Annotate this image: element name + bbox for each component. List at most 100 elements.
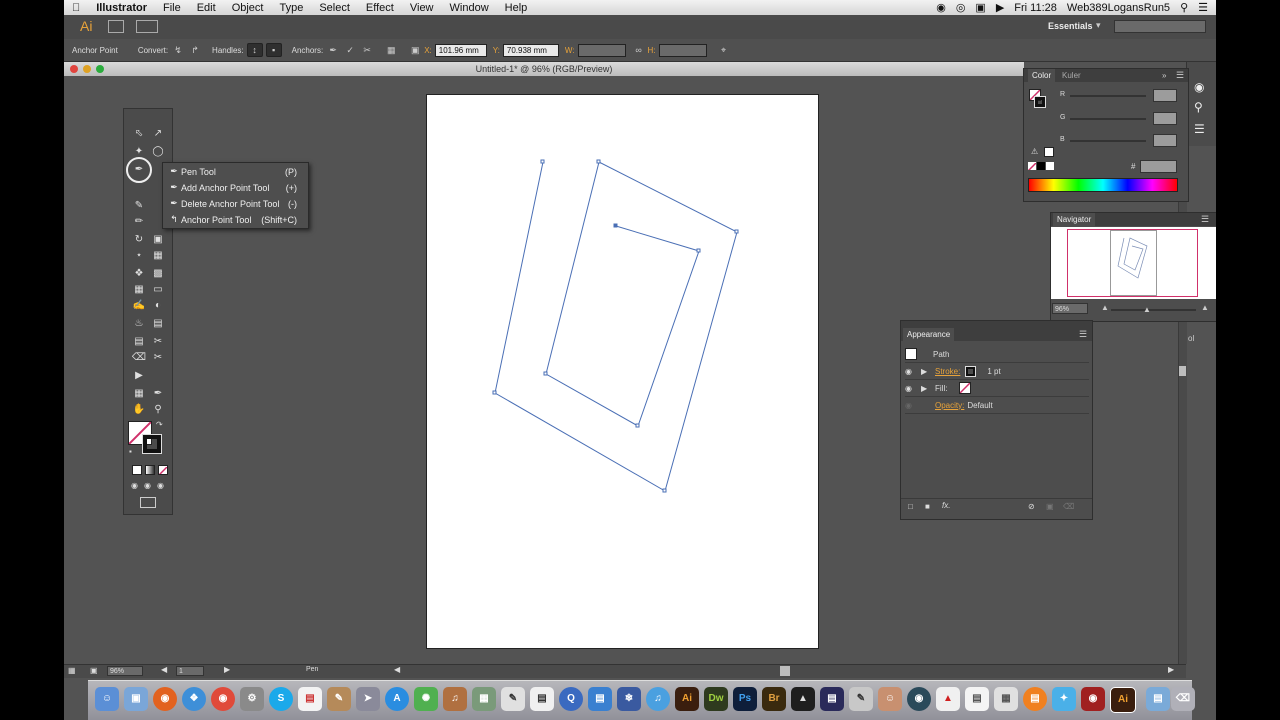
cut-path-icon[interactable]: ✂ [360,44,374,56]
artboard-crop-tool-icon[interactable]: ▦ [131,387,147,401]
layers-panel-icon[interactable]: ☰ [1194,122,1205,136]
tab-navigator[interactable]: Navigator [1053,213,1096,226]
transform-icon[interactable]: ⌖ [717,44,731,56]
zoom-out-icon[interactable]: ▲ [1101,303,1109,312]
artboard-number-field[interactable]: 1 [176,666,204,676]
screen-mode-icon[interactable] [140,497,156,508]
photoshop-icon[interactable]: Ps [733,687,757,711]
color-spectrum-bar[interactable] [1028,178,1178,192]
triangle-right-icon[interactable]: ▶ [921,367,931,376]
adobe-reader-icon[interactable]: ▲ [936,687,960,711]
y-field[interactable]: 70.938 mm [502,43,559,57]
document-info-icon[interactable]: ▣ [90,666,98,675]
connect-anchor-icon[interactable]: ✓ [343,44,357,56]
none-mode-icon[interactable] [158,465,168,475]
direct-selection-tool-icon[interactable]: ↗ [150,127,166,141]
apple-icon[interactable]:  [64,2,88,14]
trash-icon[interactable]: ⌫ [1171,687,1195,711]
tab-color[interactable]: Color [1028,69,1056,82]
illustrator-icon[interactable]: Ai [675,687,699,711]
pen-tool-icon[interactable]: ✒ [131,163,147,177]
delete-item-icon[interactable]: ⌫ [1063,502,1074,511]
utility-icon[interactable]: ⚙ [240,687,264,711]
duplicate-item-icon[interactable]: ▣ [1046,502,1054,511]
downloads-folder-icon[interactable]: ▤ [1146,687,1170,711]
workspace-switcher[interactable]: Essentials [1048,21,1093,31]
show-handles-icon[interactable]: ↕ [246,43,263,57]
swap-fill-stroke-icon[interactable]: ↷ [156,420,163,429]
scroll-left-icon[interactable]: ◀ [394,665,400,674]
appearance-stroke-row[interactable]: ◉ ▶ Stroke: 1 pt [905,363,1089,380]
drive-icon[interactable]: ◉ [907,687,931,711]
graphic-styles-icon[interactable]: ⚲ [1194,100,1203,114]
paintbrush-tool-icon[interactable]: ✎ [131,199,147,213]
flyout-anchor-point-tool[interactable]: ↰ Anchor Point Tool (Shift+C) [167,212,305,227]
photos-icon[interactable]: ▦ [994,687,1018,711]
first-artboard-icon[interactable]: ◀ [161,665,167,674]
firefox-icon[interactable]: ◉ [153,687,177,711]
wifi-icon[interactable]: ◎ [956,1,966,14]
ibooks-icon[interactable]: ▤ [1023,687,1047,711]
zoom-window-icon[interactable] [96,65,104,73]
navigator-zoom-slider[interactable] [1111,309,1196,311]
flyout-delete-anchor-point-tool[interactable]: ✒ Delete Anchor Point Tool (-) [167,196,305,211]
scissors-tool-icon[interactable]: ✂ [150,351,166,365]
panel-menu-icon[interactable]: ☰ [1176,70,1184,81]
eye-icon[interactable]: ◉ [905,384,917,393]
tab-appearance[interactable]: Appearance [903,328,955,341]
illustrator-active-icon[interactable]: Ai [1110,687,1136,713]
dreamweaver-icon[interactable]: Dw [704,687,728,711]
gradient-mode-icon[interactable] [145,465,155,475]
stroke-color-swatch[interactable] [965,365,977,377]
quicktime-icon[interactable]: Q [559,687,583,711]
itunes-icon[interactable]: ♫ [646,687,670,711]
calendar-icon[interactable]: ▤ [298,687,322,711]
photo-icon[interactable]: ▦ [472,687,496,711]
graph-tool-icon[interactable]: ▶ [131,369,147,383]
appearance-opacity-row[interactable]: ◉ Opacity: Default [905,397,1089,414]
zoom-level-field[interactable]: 96% [107,666,143,676]
stroke-swatch[interactable] [142,434,162,454]
w-field[interactable] [577,43,626,57]
draw-normal-icon[interactable]: ◉ [131,481,138,490]
record-icon[interactable]: ◉ [936,1,946,14]
menu-type[interactable]: Type [271,2,311,14]
r-slider[interactable] [1070,95,1146,97]
panel-menu-icon[interactable]: ☰ [1079,329,1087,340]
symbol-sprayer-tool-icon[interactable]: ♨ [131,317,147,331]
eye-icon[interactable]: ◉ [905,401,917,410]
twitter-icon[interactable]: ✦ [1052,687,1076,711]
chevron-down-icon[interactable]: ▾ [1096,20,1101,31]
scale-tool-icon[interactable]: ▣ [150,233,166,247]
opacity-link[interactable]: Opacity: [935,401,964,410]
color-stroke-swatch[interactable] [1034,96,1046,108]
selection-tool-icon[interactable]: ⬁ [131,127,147,141]
mesh-tool-icon[interactable]: ▦ [131,283,147,297]
fill-color-swatch[interactable] [959,382,972,394]
script-icon[interactable]: ✎ [501,687,525,711]
gradient-tool-icon[interactable]: ▭ [150,283,166,297]
brush-app-icon[interactable]: ✎ [849,687,873,711]
appearance-panel-icon[interactable]: ◉ [1194,80,1204,94]
menu-object[interactable]: Object [224,2,272,14]
notification-icon[interactable]: ☰ [1198,1,1208,14]
flyout-pen-tool[interactable]: ✒ Pen Tool (P) [167,164,305,179]
zoom-in-icon[interactable]: ▲ [1201,303,1209,312]
g-slider[interactable] [1070,118,1146,120]
volume-icon[interactable]: ▶ [996,1,1004,14]
black-swatch[interactable] [1037,162,1045,170]
blob-brush-tool-icon[interactable]: ✏ [131,215,147,229]
white-swatch[interactable] [1046,162,1054,170]
hide-handles-icon[interactable]: ▪ [265,43,282,57]
eye-icon[interactable]: ◉ [905,367,917,376]
g-value-field[interactable] [1153,112,1177,125]
vertical-scroll-thumb[interactable] [1179,366,1186,376]
appearance-grip[interactable] [901,321,1092,328]
shape-builder-tool-icon[interactable]: ❖ [131,267,147,281]
tab-kuler[interactable]: Kuler [1058,69,1085,82]
panel-menu-icon[interactable]: ☰ [1201,214,1209,225]
spotlight-icon[interactable]: ⚲ [1180,1,1188,14]
search-help-field[interactable] [1114,20,1206,33]
eyedropper-tool-icon[interactable]: ✍ [131,299,147,313]
artboard-nav-icon[interactable]: ▦ [68,666,76,675]
